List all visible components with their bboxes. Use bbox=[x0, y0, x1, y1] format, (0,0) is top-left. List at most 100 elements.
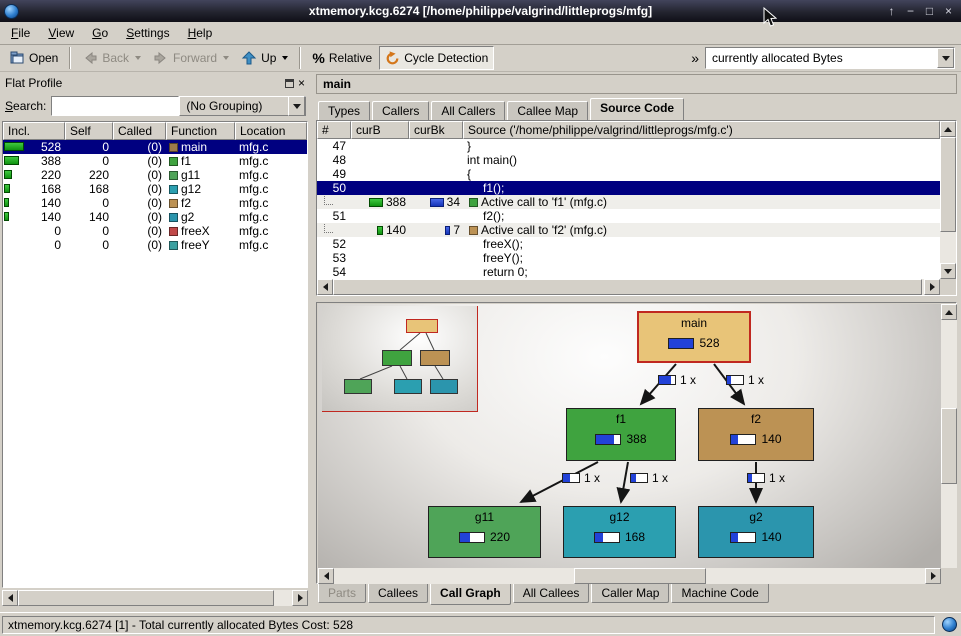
close-icon[interactable]: × bbox=[939, 2, 958, 20]
column-header-called[interactable]: Called bbox=[113, 122, 166, 140]
back-dropdown-icon[interactable] bbox=[135, 56, 141, 60]
back-button[interactable]: Back bbox=[77, 46, 146, 70]
scroll-up-icon[interactable] bbox=[940, 121, 956, 137]
flat-profile-row-f1[interactable]: 3880(0)f1mfg.c bbox=[3, 154, 307, 168]
edge-label-main-f1[interactable]: 1 x bbox=[658, 373, 696, 387]
source-hscrollbar[interactable] bbox=[317, 279, 940, 295]
keep-above-icon[interactable]: ↑ bbox=[882, 2, 901, 20]
graph-node-f2[interactable]: f2140 bbox=[698, 408, 814, 461]
tab-source-code[interactable]: Source Code bbox=[590, 98, 684, 120]
tab-all-callers[interactable]: All Callers bbox=[431, 101, 505, 120]
call-graph-canvas[interactable]: main528 f1388 f2140 g11220 g12168 g2140 1 x 1 … bbox=[318, 304, 941, 568]
tree-branch-icon bbox=[324, 224, 333, 233]
scroll-thumb[interactable] bbox=[574, 568, 706, 584]
graph-overview-map[interactable] bbox=[322, 306, 478, 412]
column-header-function[interactable]: Function bbox=[166, 122, 235, 140]
toolbar-overflow-button[interactable]: » bbox=[687, 50, 703, 66]
event-type-combobox[interactable]: currently allocated Bytes bbox=[705, 47, 955, 69]
flat-profile-hscrollbar[interactable] bbox=[2, 590, 308, 606]
edge-label-f2-g2[interactable]: 1 x bbox=[747, 471, 785, 485]
tab-call-graph[interactable]: Call Graph bbox=[430, 584, 511, 605]
column-header-curb[interactable]: curB bbox=[351, 121, 409, 139]
close-dock-icon[interactable]: × bbox=[298, 78, 305, 88]
source-line-54[interactable]: 54return 0; bbox=[317, 265, 940, 279]
scroll-right-icon[interactable] bbox=[924, 279, 940, 295]
flat-profile-row-f2[interactable]: 1400(0)f2mfg.c bbox=[3, 196, 307, 210]
tab-callees[interactable]: Callees bbox=[368, 584, 428, 603]
search-input[interactable] bbox=[51, 96, 179, 116]
graph-node-g11[interactable]: g11220 bbox=[428, 506, 541, 558]
column-header-curbk[interactable]: curBk bbox=[409, 121, 463, 139]
line-number: 50 bbox=[317, 181, 351, 195]
flat-profile-row-g11[interactable]: 220220(0)g11mfg.c bbox=[3, 168, 307, 182]
edge-label-f1-g11[interactable]: 1 x bbox=[562, 471, 600, 485]
graph-node-g2[interactable]: g2140 bbox=[698, 506, 814, 558]
menu-settings[interactable]: Settings bbox=[117, 23, 178, 43]
open-button[interactable]: Open bbox=[4, 46, 63, 70]
menu-help[interactable]: Help bbox=[179, 23, 222, 43]
combobox-arrow-icon[interactable] bbox=[937, 48, 954, 68]
flat-profile-row-freeX[interactable]: 00(0)freeXmfg.c bbox=[3, 224, 307, 238]
active-call-row[interactable]: 1407Active call to 'f2' (mfg.c) bbox=[317, 223, 940, 237]
forward-dropdown-icon[interactable] bbox=[223, 56, 229, 60]
column-header-self[interactable]: Self bbox=[65, 122, 113, 140]
scroll-left-icon[interactable] bbox=[2, 590, 18, 606]
scroll-right-icon[interactable] bbox=[925, 568, 941, 584]
graph-vscrollbar[interactable] bbox=[941, 304, 957, 584]
graph-node-f1[interactable]: f1388 bbox=[566, 408, 676, 461]
source-line-51[interactable]: 51f2(); bbox=[317, 209, 940, 223]
source-vscrollbar[interactable] bbox=[940, 121, 956, 279]
scroll-thumb[interactable] bbox=[333, 279, 922, 295]
combobox-arrow-icon[interactable] bbox=[288, 96, 305, 116]
relative-toggle-button[interactable]: % Relative bbox=[307, 46, 377, 70]
flat-profile-row-g2[interactable]: 140140(0)g2mfg.c bbox=[3, 210, 307, 224]
scroll-left-icon[interactable] bbox=[318, 568, 334, 584]
minimize-icon[interactable]: − bbox=[901, 2, 920, 20]
active-call-row[interactable]: 38834Active call to 'f1' (mfg.c) bbox=[317, 195, 940, 209]
flat-profile-header: Incl. Self Called Function Location bbox=[3, 122, 307, 140]
cycle-detection-toggle-button[interactable]: Cycle Detection bbox=[379, 46, 494, 70]
scroll-thumb[interactable] bbox=[941, 408, 957, 484]
menu-go[interactable]: Go bbox=[83, 23, 117, 43]
source-line-48[interactable]: 48int main() bbox=[317, 153, 940, 167]
source-line-50[interactable]: 50f1(); bbox=[317, 181, 940, 195]
source-line-47[interactable]: 47} bbox=[317, 139, 940, 153]
tab-caller-map[interactable]: Caller Map bbox=[591, 584, 669, 603]
scroll-up-icon[interactable] bbox=[941, 304, 957, 320]
tab-callers[interactable]: Callers bbox=[372, 101, 429, 120]
grouping-combobox[interactable]: (No Grouping) bbox=[179, 96, 306, 116]
scroll-down-icon[interactable] bbox=[940, 263, 956, 279]
scroll-right-icon[interactable] bbox=[292, 590, 308, 606]
graph-node-g12[interactable]: g12168 bbox=[563, 506, 676, 558]
source-line-53[interactable]: 53freeY(); bbox=[317, 251, 940, 265]
column-header-source[interactable]: Source ('/home/philippe/valgrind/littlep… bbox=[463, 121, 940, 139]
column-header-line[interactable]: # bbox=[317, 121, 351, 139]
scroll-left-icon[interactable] bbox=[317, 279, 333, 295]
column-header-incl[interactable]: Incl. bbox=[3, 122, 65, 140]
column-header-location[interactable]: Location bbox=[235, 122, 307, 140]
flat-profile-row-g12[interactable]: 168168(0)g12mfg.c bbox=[3, 182, 307, 196]
tab-machine-code[interactable]: Machine Code bbox=[671, 584, 768, 603]
maximize-icon[interactable]: □ bbox=[920, 2, 939, 20]
source-line-49[interactable]: 49{ bbox=[317, 167, 940, 181]
graph-node-main[interactable]: main528 bbox=[637, 311, 751, 363]
up-dropdown-icon[interactable] bbox=[282, 56, 288, 60]
scroll-thumb[interactable] bbox=[18, 590, 274, 606]
menu-file[interactable]: File bbox=[2, 23, 39, 43]
scroll-thumb[interactable] bbox=[940, 137, 956, 232]
source-line-52[interactable]: 52freeX(); bbox=[317, 237, 940, 251]
flat-profile-row-main[interactable]: 5280(0)mainmfg.c bbox=[3, 140, 307, 154]
tab-parts[interactable]: Parts bbox=[318, 584, 366, 603]
graph-hscrollbar[interactable] bbox=[318, 568, 941, 584]
tab-callee-map[interactable]: Callee Map bbox=[507, 101, 588, 120]
edge-label-main-f2[interactable]: 1 x bbox=[726, 373, 764, 387]
forward-button[interactable]: Forward bbox=[148, 46, 234, 70]
tab-all-callees[interactable]: All Callees bbox=[513, 584, 590, 603]
menu-view[interactable]: View bbox=[39, 23, 83, 43]
edge-label-f1-g12[interactable]: 1 x bbox=[630, 471, 668, 485]
up-button[interactable]: Up bbox=[236, 46, 293, 70]
float-dock-icon[interactable] bbox=[285, 79, 294, 88]
tab-types[interactable]: Types bbox=[318, 101, 370, 120]
scrollbar-corner bbox=[941, 568, 957, 584]
flat-profile-row-freeY[interactable]: 00(0)freeYmfg.c bbox=[3, 238, 307, 252]
